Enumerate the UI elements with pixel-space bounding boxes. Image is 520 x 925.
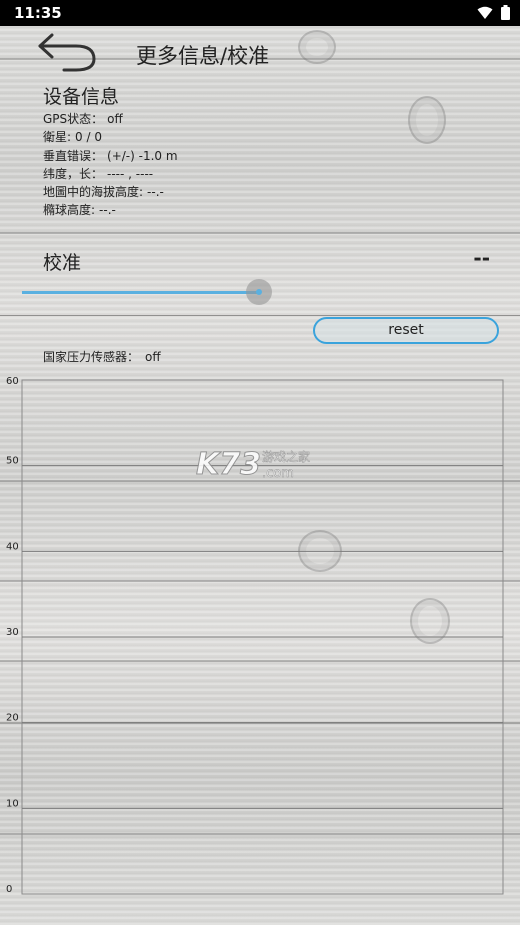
watermark-domain: .com (262, 466, 294, 481)
info-label: GPS状态： (43, 112, 104, 126)
page-title: 更多信息/校准 (136, 44, 270, 68)
device-info-list: GPS状态： off 衛星: 0 / 0 垂直错误： (+/-) -1.0 m 纬度，… (43, 110, 178, 220)
info-label: 垂直错误： (43, 148, 104, 163)
pressure-sensor-value: off (145, 350, 161, 364)
slider-track (22, 291, 259, 294)
info-label: 橢球高度: (43, 203, 96, 218)
info-value: 0 / 0 (75, 130, 102, 145)
y-tick-label: 0 (6, 884, 12, 895)
back-button[interactable] (34, 32, 100, 76)
info-label: 纬度，长： (43, 166, 104, 181)
info-value: ---- , ---- (107, 166, 154, 181)
back-arrow-icon (38, 33, 96, 72)
plank-seam (0, 232, 520, 234)
info-row-ellipsoid-height: 橢球高度: --.- (43, 201, 178, 219)
y-tick-label: 50 (6, 456, 19, 467)
y-tick-label: 20 (6, 713, 19, 724)
wood-knot (408, 96, 446, 144)
status-icons (477, 5, 510, 20)
watermark-sub-text: 游戏之家 (262, 449, 310, 464)
calibration-title: 校准 (43, 252, 82, 274)
info-row-lat-long: 纬度，长： ---- , ---- (43, 165, 178, 183)
slider-thumb[interactable] (245, 279, 272, 305)
info-row-satellites: 衛星: 0 / 0 (43, 128, 178, 146)
watermark-logo: K73 游戏之家 .com (196, 447, 310, 483)
status-bar: 11:35 (0, 0, 520, 26)
info-value: off (107, 112, 123, 126)
status-time: 11:35 (14, 4, 62, 22)
info-value: --.- (99, 203, 116, 218)
reset-button[interactable]: reset (313, 317, 499, 344)
info-label: 地圖中的海拔高度: (43, 185, 144, 200)
info-value: --.- (147, 185, 164, 200)
device-info-title: 设备信息 (43, 86, 120, 108)
y-tick-label: 10 (6, 798, 19, 809)
pressure-sensor-status: 国家压力传感器： off (43, 348, 161, 365)
wifi-icon (477, 6, 493, 19)
calibration-value: -- (473, 246, 490, 270)
y-tick-label: 40 (6, 541, 19, 552)
section-divider (0, 315, 520, 316)
info-row-vertical-error: 垂直错误： (+/-) -1.0 m (43, 147, 178, 165)
info-row-map-altitude: 地圖中的海拔高度: --.- (43, 183, 178, 201)
wood-knot (298, 30, 336, 64)
info-value: (+/-) -1.0 m (107, 148, 178, 163)
info-label: 衛星: (43, 130, 72, 145)
pressure-sensor-label: 国家压力传感器： (43, 350, 140, 364)
battery-icon (501, 5, 510, 20)
calibration-slider[interactable] (22, 279, 274, 307)
info-row-gps-status: GPS状态： off (43, 110, 178, 128)
y-tick-label: 30 (6, 627, 19, 638)
y-tick-label: 60 (6, 376, 19, 387)
watermark-logo-text: K73 (196, 447, 261, 482)
